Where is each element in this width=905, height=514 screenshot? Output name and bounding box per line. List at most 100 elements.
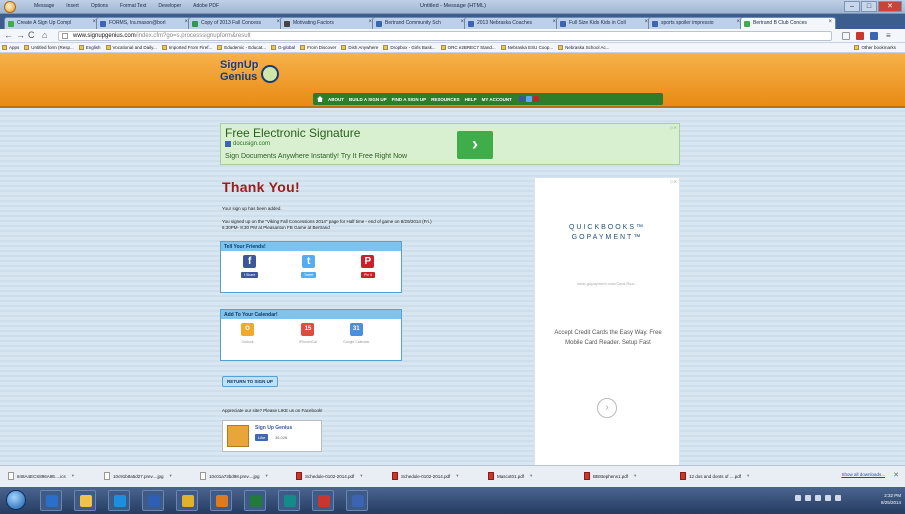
taskbar-word-icon[interactable] [142, 490, 164, 511]
taskbar-chrome-icon[interactable] [176, 490, 198, 511]
bookmark-item[interactable]: Vocational and Daily... [105, 45, 157, 50]
adchoices-icon[interactable]: ▷✕ [671, 125, 677, 130]
taskbar-excel-icon[interactable] [244, 490, 266, 511]
bookmark-item[interactable]: Untitled form (Resp... [24, 45, 74, 50]
browser-tab[interactable]: Copy of 2013 Fall Concess × [188, 17, 284, 29]
browser-tab[interactable]: Motivating Factors × [280, 17, 376, 29]
calendar-label[interactable]: Outlook [241, 340, 253, 344]
office-button[interactable] [4, 1, 16, 13]
home-icon[interactable]: ⌂ [42, 30, 47, 41]
share-button[interactable]: f Share [241, 272, 259, 278]
bookmark-item[interactable]: G-global [271, 45, 295, 50]
ribbon-tab[interactable]: Message [34, 3, 54, 9]
other-bookmarks[interactable]: Other bookmarks [854, 45, 896, 50]
ad-title[interactable]: Free Electronic Signature [225, 126, 360, 140]
share-button[interactable]: Pin it [361, 272, 375, 278]
nav-about[interactable]: ABOUT [328, 97, 344, 102]
return-to-signup-button[interactable]: RETURN TO SIGN UP [222, 376, 278, 387]
volume-icon[interactable] [825, 495, 831, 501]
twitter-icon[interactable] [525, 96, 532, 102]
taskbar-outlook-icon[interactable] [40, 490, 62, 511]
download-menu-icon[interactable]: ▾ [169, 473, 171, 479]
reload-icon[interactable]: C [28, 30, 35, 41]
twitter-icon[interactable]: t [302, 255, 316, 268]
ical-icon[interactable]: 15 [301, 323, 315, 336]
facebook-icon[interactable]: f [243, 255, 257, 268]
minimize-icon[interactable]: – [844, 1, 860, 12]
share-option[interactable]: P Pin it [361, 255, 375, 278]
adchoices-icon[interactable]: ▷✕ [671, 179, 677, 184]
pinterest-icon[interactable] [532, 96, 539, 102]
facebook-icon[interactable] [518, 96, 525, 102]
tray-icon[interactable] [795, 495, 801, 501]
browser-tab[interactable]: Bertrand Community Sch × [372, 17, 468, 29]
share-option[interactable]: t Tweet [301, 255, 317, 278]
ribbon-tab[interactable]: Format Text [120, 3, 146, 9]
browser-tab[interactable]: FORMS, Ira.mason@borl × [96, 17, 192, 29]
taskbar-ie-icon[interactable] [108, 490, 130, 511]
extension-icon[interactable] [856, 32, 864, 40]
taskbar-explorer-icon[interactable] [74, 490, 96, 511]
ad-url[interactable]: intuit-gopayment.com/Card-Rea... [535, 281, 679, 286]
network-icon[interactable] [835, 495, 841, 501]
download-item[interactable]: 848A4ECS896A9E....ics ▾ [8, 472, 74, 480]
taskbar-paint-icon[interactable] [346, 490, 368, 511]
calendar-label[interactable]: Google Calendar [343, 340, 369, 344]
bookmark-item[interactable]: English [78, 45, 101, 50]
download-item[interactable]: Schedule-0102-2014.pdf ▾ [392, 472, 459, 480]
close-icon[interactable]: ✕ [878, 1, 902, 12]
fb-like-button[interactable]: Like [255, 434, 269, 441]
nav-help[interactable]: HELP [465, 97, 477, 102]
ribbon-tab[interactable]: Insert [66, 3, 79, 9]
browser-tab[interactable]: 2013 Nebraska Coaches × [464, 17, 560, 29]
bookmark-item[interactable]: Dropbox - Girls Bask... [383, 45, 436, 50]
share-button[interactable]: Tweet [301, 272, 317, 278]
download-menu-icon[interactable]: ▾ [456, 473, 458, 479]
taskbar-media-icon[interactable] [210, 490, 232, 511]
google-calendar-icon[interactable]: 31 [349, 323, 363, 336]
download-menu-icon[interactable]: ▾ [265, 473, 267, 479]
taskbar-publisher-icon[interactable] [278, 490, 300, 511]
home-icon[interactable] [317, 96, 323, 102]
browser-tab[interactable]: Full Size Kids Kids in Coll × [556, 17, 652, 29]
bookmark-item[interactable]: Edudemic - Educat... [217, 45, 266, 50]
ad-arrow-button[interactable]: › [457, 131, 493, 159]
ribbon-tab[interactable]: Adobe PDF [193, 3, 219, 9]
ribbon-tab[interactable]: Options [91, 3, 108, 9]
bookmark-item[interactable]: Imported From Firef... [161, 45, 212, 50]
pinterest-icon[interactable]: P [361, 255, 375, 268]
download-menu-icon[interactable]: ▾ [360, 473, 362, 479]
browser-tab[interactable]: Create A Sign Up Compl × [4, 17, 100, 29]
download-menu-icon[interactable]: ▾ [530, 473, 532, 479]
download-menu-icon[interactable]: ▾ [634, 473, 636, 479]
bookmark-item[interactable]: ORC e2BREC7 Stand... [440, 45, 496, 50]
back-icon[interactable]: ← [4, 30, 13, 41]
download-item[interactable]: Schedule-0102-2014.pdf ▾ [296, 472, 363, 480]
signupgenius-logo[interactable]: SignUp Genius [220, 59, 282, 95]
calendar-option[interactable]: O Outlook [241, 323, 254, 344]
start-button[interactable] [6, 490, 26, 510]
download-item[interactable]: 10c91b8a5d27.prev....jpg ▾ [104, 472, 172, 480]
download-item[interactable]: 10c01a73bd98.prev....jpg ▾ [200, 472, 268, 480]
show-all-downloads-link[interactable]: Show all downloads... [841, 472, 885, 477]
fb-page-name[interactable]: Sign Up Genius [255, 425, 292, 431]
download-menu-icon[interactable]: ▾ [747, 473, 749, 479]
clock[interactable]: 2:32 PM 8/25/2014 [881, 492, 901, 506]
bookmark-item[interactable]: From Discover [300, 45, 336, 50]
docusign-ad[interactable]: ▷✕ Free Electronic Signature docusign.co… [220, 123, 680, 165]
address-bar[interactable]: www.signupgenius.com/index.cfm?go=s.proc… [58, 31, 832, 41]
nav-find-signup[interactable]: FIND A SIGN UP [392, 97, 426, 102]
maximize-icon[interactable]: □ [861, 1, 877, 12]
close-icon[interactable]: ✕ [893, 471, 899, 479]
calendar-option[interactable]: 31 Google Calendar [343, 323, 369, 344]
download-item[interactable]: 12 dos and donts of ....pdf ▾ [680, 472, 749, 480]
bookmark-star-icon[interactable] [842, 32, 850, 40]
download-item[interactable]: Mascot01.pdf ▾ [488, 472, 532, 480]
bookmark-item[interactable]: Nebraska School Ac... [558, 45, 609, 50]
tray-icon[interactable] [815, 495, 821, 501]
ad-url[interactable]: docusign.com [225, 141, 270, 147]
nav-resources[interactable]: RESOURCES [431, 97, 460, 102]
bookmark-item[interactable]: Apps [2, 45, 19, 50]
share-option[interactable]: f f Share [241, 255, 259, 278]
ad-text[interactable]: Sign Documents Anywhere Instantly! Try I… [225, 153, 407, 160]
